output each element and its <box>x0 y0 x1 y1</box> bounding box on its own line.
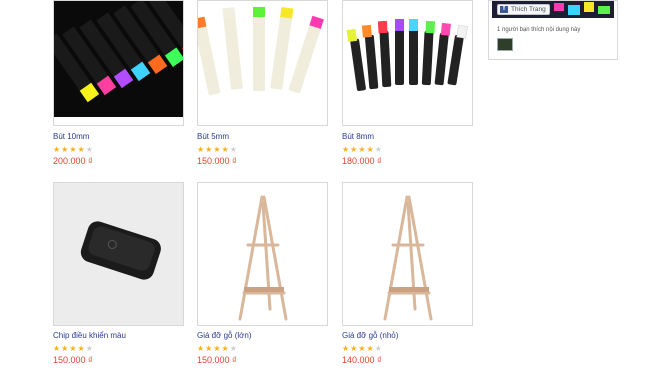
rating-stars: ★★★★★ <box>197 146 238 154</box>
star-icon: ★ <box>366 344 375 353</box>
product-price: 180.000 ₫ <box>342 156 382 166</box>
product-price: 150.000 ₫ <box>53 355 93 365</box>
product-price: 140.000 ₫ <box>342 355 382 365</box>
star-empty-icon: ★ <box>85 145 94 154</box>
star-empty-icon: ★ <box>374 344 383 353</box>
star-icon: ★ <box>53 145 62 154</box>
product-name[interactable]: Giá đỡ gỗ (lớn) <box>197 331 252 340</box>
friends-like-text: 1 người bạn thích nội dung này <box>497 27 581 33</box>
product-card[interactable]: Chip điều khiển màu ★★★★★ 150.000 ₫ <box>53 182 184 372</box>
rating-stars: ★★★★★ <box>197 345 238 353</box>
star-icon: ★ <box>197 344 206 353</box>
star-icon: ★ <box>221 145 230 154</box>
product-name[interactable]: Bút 5mm <box>197 132 229 141</box>
star-icon: ★ <box>358 344 367 353</box>
rating-stars: ★★★★★ <box>342 146 383 154</box>
product-card[interactable]: Bút 5mm ★★★★★ 150.000 ₫ <box>197 0 328 170</box>
star-empty-icon: ★ <box>229 145 238 154</box>
product-image[interactable] <box>53 0 184 126</box>
star-icon: ★ <box>342 145 351 154</box>
facebook-icon: f <box>500 6 508 13</box>
facebook-like-page-button[interactable]: f Thích Trang <box>497 4 550 15</box>
product-name[interactable]: Chip điều khiển màu <box>53 331 126 340</box>
product-price: 150.000 ₫ <box>197 156 237 166</box>
product-card[interactable]: Giá đỡ gỗ (nhỏ) ★★★★★ 140.000 ₫ <box>342 182 473 372</box>
product-name[interactable]: Bút 10mm <box>53 132 89 141</box>
star-icon: ★ <box>366 145 375 154</box>
star-icon: ★ <box>69 145 78 154</box>
product-card[interactable]: Bút 8mm ★★★★★ 180.000 ₫ <box>342 0 473 170</box>
product-price: 200.000 ₫ <box>53 156 93 166</box>
star-icon: ★ <box>358 145 367 154</box>
facebook-page-widget: f Thích Trang 1 người bạn thích nội dung… <box>488 0 618 60</box>
star-empty-icon: ★ <box>229 344 238 353</box>
facebook-cover-image: f Thích Trang <box>492 1 614 18</box>
star-empty-icon: ★ <box>374 145 383 154</box>
friend-avatar[interactable] <box>497 38 513 51</box>
product-image[interactable] <box>342 0 473 126</box>
product-price: 150.000 ₫ <box>197 355 237 365</box>
rating-stars: ★★★★★ <box>342 345 383 353</box>
product-image[interactable] <box>53 182 184 326</box>
star-icon: ★ <box>53 344 62 353</box>
product-image[interactable] <box>197 0 328 126</box>
product-image[interactable] <box>342 182 473 326</box>
star-icon: ★ <box>221 344 230 353</box>
product-card[interactable]: Giá đỡ gỗ (lớn) ★★★★★ 150.000 ₫ <box>197 182 328 372</box>
star-icon: ★ <box>342 344 351 353</box>
product-name[interactable]: Giá đỡ gỗ (nhỏ) <box>342 331 398 340</box>
rating-stars: ★★★★★ <box>53 146 94 154</box>
star-icon: ★ <box>213 344 222 353</box>
product-card[interactable]: Bút 10mm ★★★★★ 200.000 ₫ <box>53 0 184 170</box>
star-icon: ★ <box>77 145 86 154</box>
rating-stars: ★★★★★ <box>53 345 94 353</box>
like-page-label: Thích Trang <box>511 6 546 13</box>
star-icon: ★ <box>213 145 222 154</box>
star-icon: ★ <box>69 344 78 353</box>
product-image[interactable] <box>197 182 328 326</box>
star-empty-icon: ★ <box>85 344 94 353</box>
star-icon: ★ <box>77 344 86 353</box>
star-icon: ★ <box>197 145 206 154</box>
product-name[interactable]: Bút 8mm <box>342 132 374 141</box>
